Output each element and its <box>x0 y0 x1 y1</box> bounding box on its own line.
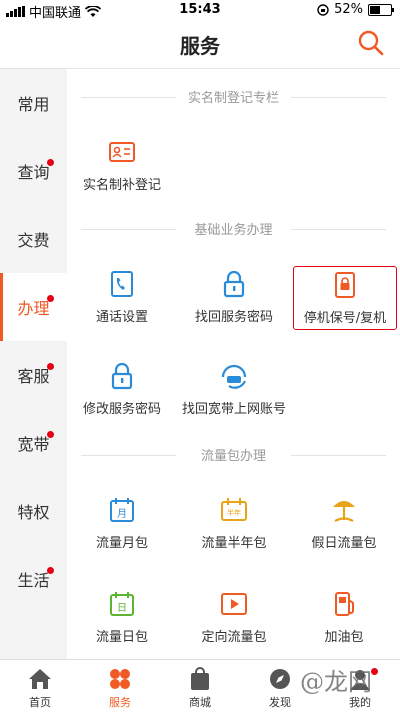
sidebar-item-privilege[interactable]: 特权 <box>0 477 67 545</box>
play-icon <box>221 593 247 615</box>
tab-home[interactable]: 首页 <box>0 660 80 712</box>
tile-label: 流量半年包 <box>201 536 267 551</box>
battery-icon <box>368 3 394 16</box>
category-sidebar: 常用 查询 交费 办理 客服 宽带 特权 生活 <box>0 69 67 659</box>
calendar-month-icon: 月 <box>110 498 134 522</box>
section-title-basic: 基础业务办理 <box>81 219 386 239</box>
tab-label: 服务 <box>109 696 131 709</box>
service-icon <box>110 669 130 689</box>
notification-dot <box>47 295 54 302</box>
realname-register-tile[interactable]: 实名制补登记 <box>67 137 177 201</box>
sidebar-item-handle[interactable]: 办理 <box>0 273 67 341</box>
phone-lock-icon <box>335 272 355 298</box>
tile-label: 通话设置 <box>95 310 148 325</box>
rotation-lock-icon <box>317 3 329 16</box>
call-settings-tile[interactable]: 通话设置 <box>67 269 177 333</box>
sidebar-item-label: 办理 <box>17 299 50 318</box>
targeted-data-pack-tile[interactable]: 定向流量包 <box>179 589 289 653</box>
status-bar: 中国联通 15:43 52% <box>0 0 400 21</box>
calendar-glyph: 日 <box>117 603 127 614</box>
tab-label: 发现 <box>269 696 291 709</box>
topup-pack-tile[interactable]: 加油包 <box>289 589 399 653</box>
change-password-tile[interactable]: 修改服务密码 <box>67 361 177 425</box>
tab-label: 我的 <box>349 696 371 709</box>
tab-service[interactable]: 服务 <box>80 660 160 712</box>
tile-label: 流量日包 <box>95 630 148 645</box>
lock-edit-icon <box>111 362 133 390</box>
calendar-halfyear-icon: 半年 <box>221 498 247 521</box>
tile-label: 流量月包 <box>95 536 148 551</box>
tile-label: 加油包 <box>324 630 364 645</box>
sidebar-item-label: 特权 <box>17 503 50 522</box>
sidebar-item-label: 客服 <box>17 367 50 386</box>
sidebar-item-common[interactable]: 常用 <box>0 69 67 137</box>
notification-dot <box>47 431 54 438</box>
sidebar-item-label: 交费 <box>17 231 50 250</box>
tile-label: 找回宽带上网账号 <box>181 402 286 417</box>
sidebar-item-query[interactable]: 查询 <box>0 137 67 205</box>
recover-password-tile[interactable]: 找回服务密码 <box>179 269 289 333</box>
home-icon <box>29 669 51 689</box>
tab-shop[interactable]: 商城 <box>160 660 240 712</box>
page-header: 服务 <box>0 20 400 69</box>
lock-icon <box>223 270 245 298</box>
calendar-glyph: 月 <box>117 508 127 520</box>
tile-label: 实名制补登记 <box>82 178 161 193</box>
broadband-icon <box>221 364 247 389</box>
notification-dot <box>371 668 378 675</box>
shop-bag-icon <box>191 667 209 690</box>
tile-label: 假日流量包 <box>311 536 377 551</box>
calendar-glyph: 半年 <box>227 508 241 517</box>
daily-data-pack-tile[interactable]: 日 流量日包 <box>67 589 177 653</box>
tile-label: 找回服务密码 <box>194 310 273 325</box>
sidebar-item-customer-service[interactable]: 客服 <box>0 341 67 409</box>
page-title: 服务 <box>180 34 220 58</box>
section-title-data-pack: 流量包办理 <box>81 445 386 465</box>
tile-label: 停机保号/复机 <box>303 311 387 326</box>
sidebar-item-label: 生活 <box>17 571 50 590</box>
recover-broadband-account-tile[interactable]: 找回宽带上网账号 <box>179 361 289 425</box>
sidebar-item-label: 常用 <box>17 95 50 114</box>
tab-profile[interactable]: 我的 <box>320 660 400 712</box>
bottom-tab-bar: 首页 服务 商城 发现 我的 <box>0 659 400 712</box>
id-card-icon <box>109 142 135 162</box>
tile-label: 定向流量包 <box>201 630 267 645</box>
profile-icon <box>350 670 370 690</box>
service-content: 实名制登记专栏 实名制补登记 基础业务办理 通话设置 找回服务密码 停机保号/复… <box>67 69 400 659</box>
sidebar-item-broadband[interactable]: 宽带 <box>0 409 67 477</box>
tile-label: 修改服务密码 <box>82 402 161 417</box>
discover-icon <box>270 669 290 689</box>
notification-dot <box>47 159 54 166</box>
phone-settings-icon <box>111 271 133 297</box>
notification-dot <box>47 567 54 574</box>
section-title-realname: 实名制登记专栏 <box>81 87 386 107</box>
monthly-data-pack-tile[interactable]: 月 流量月包 <box>67 495 177 559</box>
tab-label: 商城 <box>189 696 211 709</box>
calendar-day-icon: 日 <box>110 592 134 616</box>
battery-percent: 52% <box>334 2 363 17</box>
beach-icon <box>333 501 355 522</box>
tab-label: 首页 <box>29 696 51 709</box>
tab-discover[interactable]: 发现 <box>240 660 320 712</box>
sidebar-item-label: 宽带 <box>17 435 50 454</box>
fuel-icon <box>335 592 354 616</box>
sidebar-item-payment[interactable]: 交费 <box>0 205 67 273</box>
suspend-resume-tile[interactable]: 停机保号/复机 <box>293 266 397 330</box>
halfyear-data-pack-tile[interactable]: 半年 流量半年包 <box>179 495 289 559</box>
sidebar-item-label: 查询 <box>17 163 50 182</box>
sidebar-item-life[interactable]: 生活 <box>0 545 67 613</box>
search-icon[interactable] <box>356 28 386 58</box>
notification-dot <box>47 363 54 370</box>
holiday-data-pack-tile[interactable]: 假日流量包 <box>289 495 399 559</box>
